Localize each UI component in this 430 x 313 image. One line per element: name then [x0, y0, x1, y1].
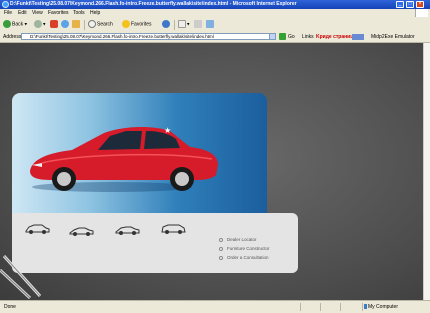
print-button[interactable] [194, 20, 203, 28]
home-icon [72, 20, 80, 28]
search-button[interactable]: Search [88, 20, 113, 28]
search-icon [88, 20, 96, 28]
toolbar-separator [174, 20, 175, 30]
status-text: Done [4, 304, 16, 310]
status-divider [320, 303, 321, 311]
close-button[interactable]: × [416, 1, 424, 8]
address-label: Address [3, 34, 22, 40]
car-thumbnail-3[interactable] [114, 224, 140, 236]
links-button[interactable]: Links [302, 34, 314, 40]
bullet-icon [219, 247, 223, 251]
edit-icon [206, 20, 214, 28]
minimize-button[interactable]: _ [396, 1, 404, 8]
favorites-button[interactable]: Favorites [122, 20, 152, 28]
star-icon [122, 20, 130, 28]
status-divider [362, 303, 363, 311]
home-button[interactable] [72, 20, 81, 28]
stop-button[interactable] [50, 20, 59, 28]
forward-arrow-icon [34, 20, 42, 28]
search-label: Search [97, 21, 113, 28]
link-order-consultation[interactable]: Order a Consultation [227, 255, 269, 260]
menu-edit[interactable]: Edit [18, 10, 27, 16]
stop-icon [50, 20, 58, 28]
mail-button[interactable]: ▾ [178, 20, 190, 28]
link-furniture-constructor[interactable]: Furniture Constructor [227, 246, 270, 251]
bullet-icon [219, 238, 223, 242]
edit-button[interactable] [206, 20, 215, 28]
address-input[interactable]: D:\Funkt\Testing\25.08.07\Keymond.266.Fl… [21, 33, 276, 40]
vertical-scrollbar[interactable] [423, 43, 430, 300]
emulator-button[interactable]: Midp2Exe Emulator [371, 34, 415, 40]
back-button[interactable]: Back ▾ [3, 20, 27, 28]
go-arrow-icon[interactable] [279, 33, 286, 40]
hero-banner: ★ [12, 93, 267, 215]
menu-view[interactable]: View [32, 10, 43, 16]
navigation-panel: Dealer Locator Furniture Constructor Ord… [12, 213, 298, 273]
media-button[interactable] [162, 20, 171, 28]
printer-icon [194, 20, 202, 28]
pens-decoration [0, 254, 42, 300]
windows-logo-icon [415, 9, 428, 17]
security-zone: My Computer [368, 304, 399, 310]
car-illustration [30, 127, 218, 192]
car-thumbnail-4[interactable] [160, 223, 186, 235]
menu-help[interactable]: Help [90, 10, 100, 16]
menu-favorites[interactable]: Favorites [48, 10, 69, 16]
maximize-button[interactable]: □ [406, 1, 414, 8]
media-icon [162, 20, 170, 28]
mail-icon [178, 20, 186, 28]
address-dropdown-button[interactable] [269, 33, 276, 40]
go-button[interactable]: Go [288, 34, 295, 40]
status-divider [300, 303, 301, 311]
toolbar-separator [84, 20, 85, 30]
back-arrow-icon [3, 20, 11, 28]
favorites-label: Favorites [131, 21, 152, 28]
toolbar: Back ▾ ▾ Search Favorites ▾ [0, 17, 430, 33]
ie-icon [2, 1, 9, 8]
menu-tools[interactable]: Tools [73, 10, 85, 16]
refresh-icon [61, 20, 69, 28]
refresh-button[interactable] [61, 20, 70, 28]
address-bar: Address D:\Funkt\Testing\25.08.07\Keymon… [0, 32, 430, 43]
star-icon: ★ [164, 126, 172, 135]
back-label: Back [12, 21, 24, 28]
computer-icon [364, 304, 367, 309]
toolbar-plugin-icon[interactable] [352, 34, 364, 40]
car-thumbnail-1[interactable] [24, 223, 50, 235]
bullet-icon [219, 256, 223, 260]
status-divider [340, 303, 341, 311]
title-bar: D:\Funkt\Testing\25.08.07\Keymond.266.Fl… [0, 0, 430, 9]
link-dealer-locator[interactable]: Dealer Locator [227, 237, 257, 242]
menu-file[interactable]: File [4, 10, 12, 16]
window-title: D:\Funkt\Testing\25.08.07\Keymond.266.Fl… [10, 1, 297, 7]
status-bar: Done My Computer [0, 300, 430, 313]
forward-button[interactable]: ▾ [34, 20, 46, 28]
car-thumbnail-2[interactable] [68, 225, 94, 237]
